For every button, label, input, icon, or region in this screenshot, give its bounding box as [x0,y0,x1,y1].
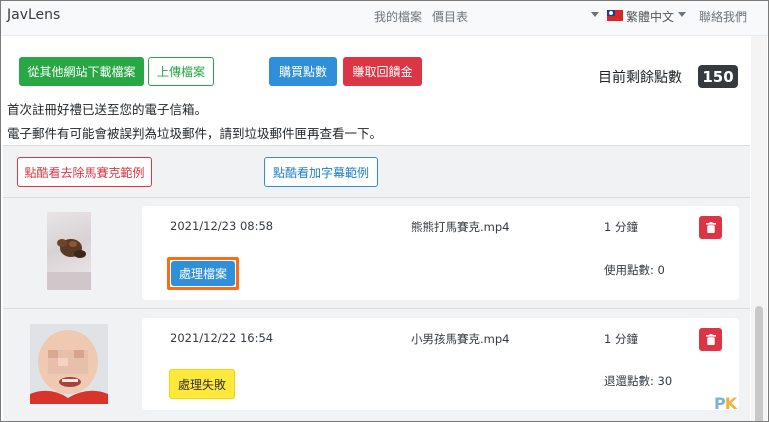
file-card: 2021/12/22 16:54 小男孩馬賽克.mp4 1 分鐘 退還點數: 3… [142,318,739,410]
brand-logo[interactable]: JavLens [7,7,60,23]
divider [3,308,750,309]
download-from-other-site-button[interactable]: 從其他網站下載檔案 [19,57,144,86]
add-subtitle-example-button[interactable]: 點酷看加字幕範例 [264,157,378,187]
nav-my-files[interactable]: 我的檔案 [374,8,422,25]
language-chevron-down-icon[interactable] [678,12,686,17]
delete-button[interactable] [699,328,722,351]
file-name: 小男孩馬賽克.mp4 [411,332,510,346]
remaining-points-badge: 150 [698,65,738,88]
earn-rebate-button[interactable]: 賺取回饋金 [343,57,422,86]
process-file-button[interactable]: 處理檔案 [171,261,235,286]
video-thumbnail-bear[interactable] [47,212,91,290]
trash-icon [705,334,716,345]
remaining-points-label: 目前剩餘點數 [598,70,682,86]
buy-points-button[interactable]: 購買點數 [269,57,337,86]
file-datetime: 2021/12/22 16:54 [170,331,274,345]
trash-icon [705,222,716,233]
boy-thumbnail-image [30,324,108,404]
nav-contact[interactable]: 聯絡我們 [699,8,747,25]
delete-button[interactable] [699,216,722,239]
app-window: JavLens 我的檔案 價目表 繁體中文 聯絡我們 從其他網站下載檔案 上傳檔… [0,0,769,422]
taiwan-flag-icon [607,10,623,21]
processing-failed-status: 處理失敗 [169,369,235,399]
video-thumbnail-boy[interactable] [30,324,108,404]
file-name: 熊熊打馬賽克.mp4 [411,220,510,234]
remove-mosaic-example-button[interactable]: 點酷看去除馬賽克範例 [17,157,152,187]
points-refunded: 退還點數: 30 [604,374,673,388]
notice-check-spam: 電子郵件有可能會被誤判為垃圾郵件，請到垃圾郵件匣再查看一下。 [7,126,383,141]
vertical-scrollbar[interactable] [751,36,767,421]
top-navbar: JavLens 我的檔案 價目表 繁體中文 聯絡我們 [1,1,768,36]
divider [3,197,750,198]
upload-file-button[interactable]: 上傳檔案 [148,57,214,86]
file-datetime: 2021/12/23 08:58 [170,219,274,233]
points-used: 使用點數: 0 [604,263,665,277]
chevron-down-icon[interactable] [591,12,599,17]
divider [3,145,750,146]
nav-price-list[interactable]: 價目表 [432,8,468,25]
notice-gift-sent: 首次註冊好禮已送至您的電子信箱。 [7,102,208,117]
pk-watermark-logo: PK [714,394,737,413]
bear-thumbnail-image [47,239,91,290]
language-selector[interactable]: 繁體中文 [626,8,674,25]
scrollbar-thumb[interactable] [755,306,763,421]
file-duration: 1 分鐘 [604,332,638,346]
file-duration: 1 分鐘 [604,220,638,234]
